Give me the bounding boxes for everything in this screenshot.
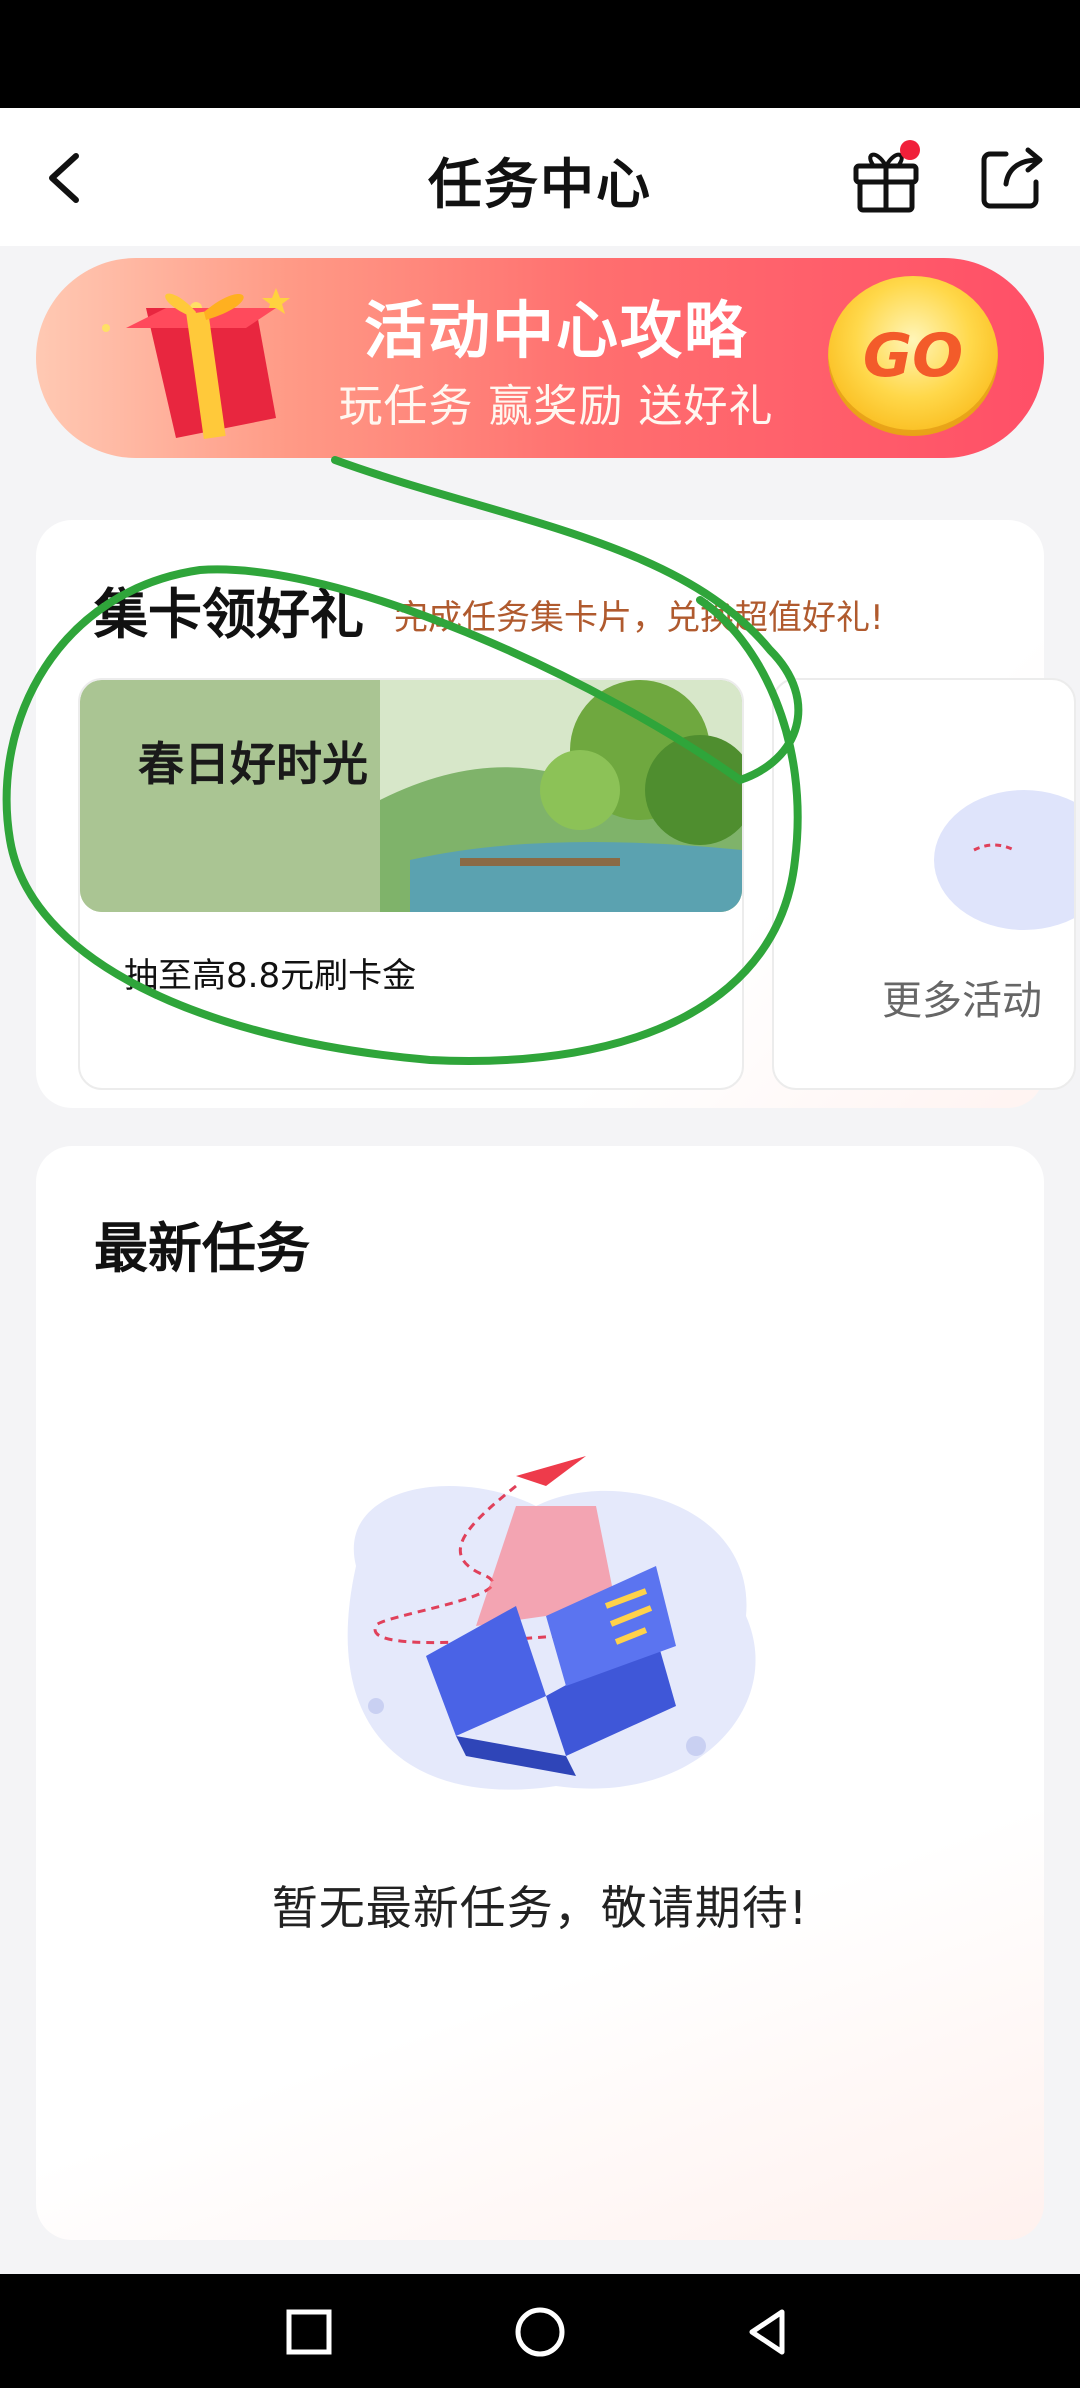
card-collect-section: 集卡领好礼 完成任务集卡片，兑换超值好礼! 春日好时光 抽至高8.8元刷卡金 更…: [36, 520, 1076, 1108]
gift-box-illustration: [102, 288, 290, 439]
section-title: 最新任务: [94, 1217, 310, 1280]
activity-guide-banner[interactable]: 活动中心攻略 玩任务 赢奖励 送好礼 GO: [36, 258, 1044, 458]
banner-subtitle: 玩任务 赢奖励 送好礼: [338, 381, 774, 432]
top-navbar: 任务中心: [0, 108, 1080, 246]
section-subtitle: 完成任务集卡片，兑换超值好礼!: [394, 598, 884, 638]
gift-button[interactable]: [846, 138, 926, 218]
activity-description: 抽至高8.8元刷卡金: [124, 956, 417, 996]
home-icon[interactable]: [510, 2302, 570, 2362]
share-button[interactable]: [972, 138, 1052, 218]
notification-dot: [900, 140, 920, 160]
more-activities-label: 更多活动: [882, 978, 1042, 1024]
more-activities-illustration: [934, 790, 1074, 930]
activity-thumbnail: 春日好时光: [80, 680, 742, 912]
activity-card-spring[interactable]: 春日好时光 抽至高8.8元刷卡金: [78, 678, 744, 1090]
system-navigation-bar: [0, 2274, 1080, 2388]
activity-title: 春日好时光: [138, 737, 368, 791]
landscape-illustration: [80, 680, 742, 912]
latest-tasks-section: 最新任务 暂无最新任务，敬请期待!: [36, 1146, 1044, 2240]
more-activities-card[interactable]: 更多活动: [772, 678, 1076, 1090]
back-nav-icon[interactable]: [738, 2302, 798, 2362]
go-button[interactable]: GO: [828, 276, 998, 436]
banner-title: 活动中心攻略: [363, 294, 748, 367]
empty-box-illustration: [347, 1456, 756, 1790]
section-title: 集卡领好礼: [94, 583, 364, 646]
recent-apps-icon[interactable]: [279, 2302, 339, 2362]
share-icon: [981, 147, 1043, 209]
empty-state-text: 暂无最新任务，敬请期待!: [271, 1881, 809, 1935]
status-bar: [0, 0, 1080, 108]
